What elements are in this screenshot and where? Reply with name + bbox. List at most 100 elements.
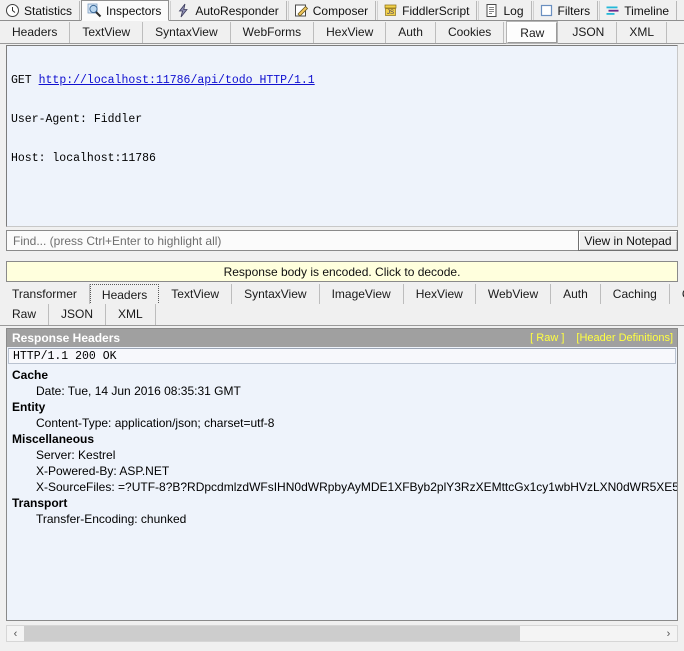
response-headers-panel: Response Headers [ Raw ] [Header Definit… (6, 328, 678, 621)
response-tab-json-label: JSON (61, 307, 94, 321)
response-tab-textview[interactable]: TextView (159, 283, 233, 305)
request-tab-headers[interactable]: Headers (0, 21, 71, 43)
lightning-icon (176, 3, 191, 18)
empty-square-icon (539, 3, 554, 18)
response-tab-imageview[interactable]: ImageView (320, 283, 404, 305)
request-tab-textview-label: TextView (82, 24, 131, 39)
request-tab-cookies[interactable]: Cookies (436, 21, 505, 43)
request-tab-webforms[interactable]: WebForms (231, 21, 315, 43)
response-tab-strip-row2-filler (156, 304, 684, 325)
response-tab-webview[interactable]: WebView (476, 283, 552, 305)
pencil-note-icon (294, 3, 309, 18)
response-tab-strip-row1: Transformer Headers TextView SyntaxView … (0, 283, 684, 305)
response-tab-hexview[interactable]: HexView (404, 283, 476, 305)
response-tab-transformer[interactable]: Transformer (0, 283, 90, 305)
js-script-icon: JS (383, 3, 398, 18)
main-tab-fiddlerscript-label: FiddlerScript (402, 3, 470, 18)
response-tab-caching-label: Caching (612, 286, 657, 301)
request-url-link[interactable]: http://localhost:11786/api/todo (39, 74, 253, 87)
scroll-track[interactable] (24, 626, 660, 641)
find-bar: Find... (press Ctrl+Enter to highlight a… (6, 230, 678, 251)
main-tab-inspectors-label: Inspectors (106, 3, 162, 18)
view-in-notepad-label: View in Notepad (584, 233, 672, 248)
horizontal-scrollbar[interactable]: ‹ › (6, 625, 678, 642)
header-group-cache: Cache (12, 368, 49, 382)
header-group-transport: Transport (12, 496, 68, 510)
fiddler-inspectors-window: Statistics Inspectors AutoResponder Comp… (0, 0, 684, 651)
response-tab-auth-label: Auth (563, 286, 588, 301)
main-tab-log-label: Log (503, 3, 524, 18)
main-tab-strip: Statistics Inspectors AutoResponder Comp… (0, 0, 684, 21)
request-tab-strip-filler (667, 22, 684, 43)
response-tab-imageview-label: ImageView (331, 286, 391, 301)
response-tab-strip-row2: Raw JSON XML (0, 304, 684, 326)
clock-icon (5, 3, 20, 18)
request-tab-raw[interactable]: Raw (507, 21, 558, 43)
response-tab-caching[interactable]: Caching (601, 283, 670, 305)
response-tab-textview-label: TextView (171, 286, 220, 301)
header-group-miscellaneous: Miscellaneous (12, 432, 95, 446)
response-tab-raw-label: Raw (12, 307, 37, 321)
response-tab-transformer-label: Transformer (12, 286, 77, 301)
svg-text:JS: JS (387, 10, 394, 16)
request-tab-raw-label: Raw (520, 25, 545, 40)
scroll-left-arrow-icon[interactable]: ‹ (7, 626, 24, 641)
request-tab-json[interactable]: JSON (560, 21, 618, 43)
request-version-text: HTTP/1.1 (259, 74, 315, 87)
response-status-line: HTTP/1.1 200 OK (8, 348, 676, 364)
response-tab-auth[interactable]: Auth (551, 283, 601, 305)
request-tab-syntaxview[interactable]: SyntaxView (143, 21, 231, 43)
main-tab-filters[interactable]: Filters (532, 1, 599, 20)
request-tab-hexview[interactable]: HexView (314, 21, 387, 43)
response-raw-link[interactable]: [ Raw ] (530, 332, 564, 344)
response-tab-xml-label: XML (118, 307, 143, 321)
main-tab-fiddlerscript[interactable]: JS FiddlerScript (377, 1, 478, 20)
find-input-placeholder: Find... (press Ctrl+Enter to highlight a… (13, 233, 222, 248)
response-tab-raw[interactable]: Raw (0, 304, 50, 325)
request-tab-textview[interactable]: TextView (70, 21, 144, 43)
header-item-content-type[interactable]: Content-Type: application/json; charset=… (12, 415, 677, 431)
main-tab-statistics-label: Statistics (24, 3, 73, 18)
main-tab-statistics[interactable]: Statistics (0, 1, 81, 20)
view-in-notepad-button[interactable]: View in Notepad (578, 230, 678, 251)
scroll-thumb[interactable] (24, 626, 521, 641)
header-item-server[interactable]: Server: Kestrel (12, 447, 677, 463)
request-tab-hexview-label: HexView (326, 24, 374, 39)
request-header-user-agent: User-Agent: Fiddler (11, 113, 143, 126)
response-tab-syntaxview[interactable]: SyntaxView (232, 283, 320, 305)
main-tab-inspectors[interactable]: Inspectors (81, 0, 170, 21)
request-tab-xml[interactable]: XML (617, 21, 668, 43)
response-headers-title: Response Headers (12, 331, 121, 345)
response-tab-cookies[interactable]: Cookies (670, 284, 684, 305)
header-definitions-link[interactable]: [Header Definitions] (576, 332, 673, 344)
header-item-x-powered-by[interactable]: X-Powered-By: ASP.NET (12, 463, 677, 479)
main-tab-composer[interactable]: Composer (287, 1, 377, 20)
header-item-date[interactable]: Date: Tue, 14 Jun 2016 08:35:31 GMT (12, 383, 677, 399)
response-tab-xml[interactable]: XML (106, 304, 156, 325)
response-tab-headers-label: Headers (101, 287, 148, 302)
request-header-host: Host: localhost:11786 (11, 152, 156, 165)
response-tab-json[interactable]: JSON (49, 304, 107, 325)
main-tab-timeline-label: Timeline (624, 3, 670, 18)
timeline-bars-icon (605, 3, 620, 18)
request-start-line: GET http://localhost:11786/api/todo HTTP… (11, 74, 673, 87)
response-tab-headers[interactable]: Headers (89, 283, 160, 305)
header-item-transfer-encoding[interactable]: Transfer-Encoding: chunked (12, 511, 677, 527)
main-tab-autoresponder[interactable]: AutoResponder (170, 1, 287, 20)
find-input[interactable]: Find... (press Ctrl+Enter to highlight a… (6, 230, 578, 251)
main-tab-timeline[interactable]: Timeline (599, 1, 678, 20)
request-tab-json-label: JSON (572, 24, 605, 39)
response-tab-webview-label: WebView (487, 286, 539, 301)
main-tab-autoresponder-label: AutoResponder (195, 3, 279, 18)
request-raw-view[interactable]: GET http://localhost:11786/api/todo HTTP… (6, 45, 678, 227)
main-tab-log[interactable]: Log (478, 1, 532, 20)
scroll-right-arrow-icon[interactable]: › (660, 626, 677, 641)
decode-response-banner[interactable]: Response body is encoded. Click to decod… (6, 261, 678, 282)
log-lines-icon (484, 3, 499, 18)
request-tab-headers-label: Headers (12, 24, 58, 39)
header-item-x-sourcefiles[interactable]: X-SourceFiles: =?UTF-8?B?RDpcdmlzdWFsIHN… (12, 479, 677, 495)
response-tab-hexview-label: HexView (415, 286, 463, 301)
request-tab-cookies-label: Cookies (447, 24, 492, 39)
request-tab-webforms-label: WebForms (242, 24, 302, 39)
request-tab-auth[interactable]: Auth (386, 21, 436, 43)
